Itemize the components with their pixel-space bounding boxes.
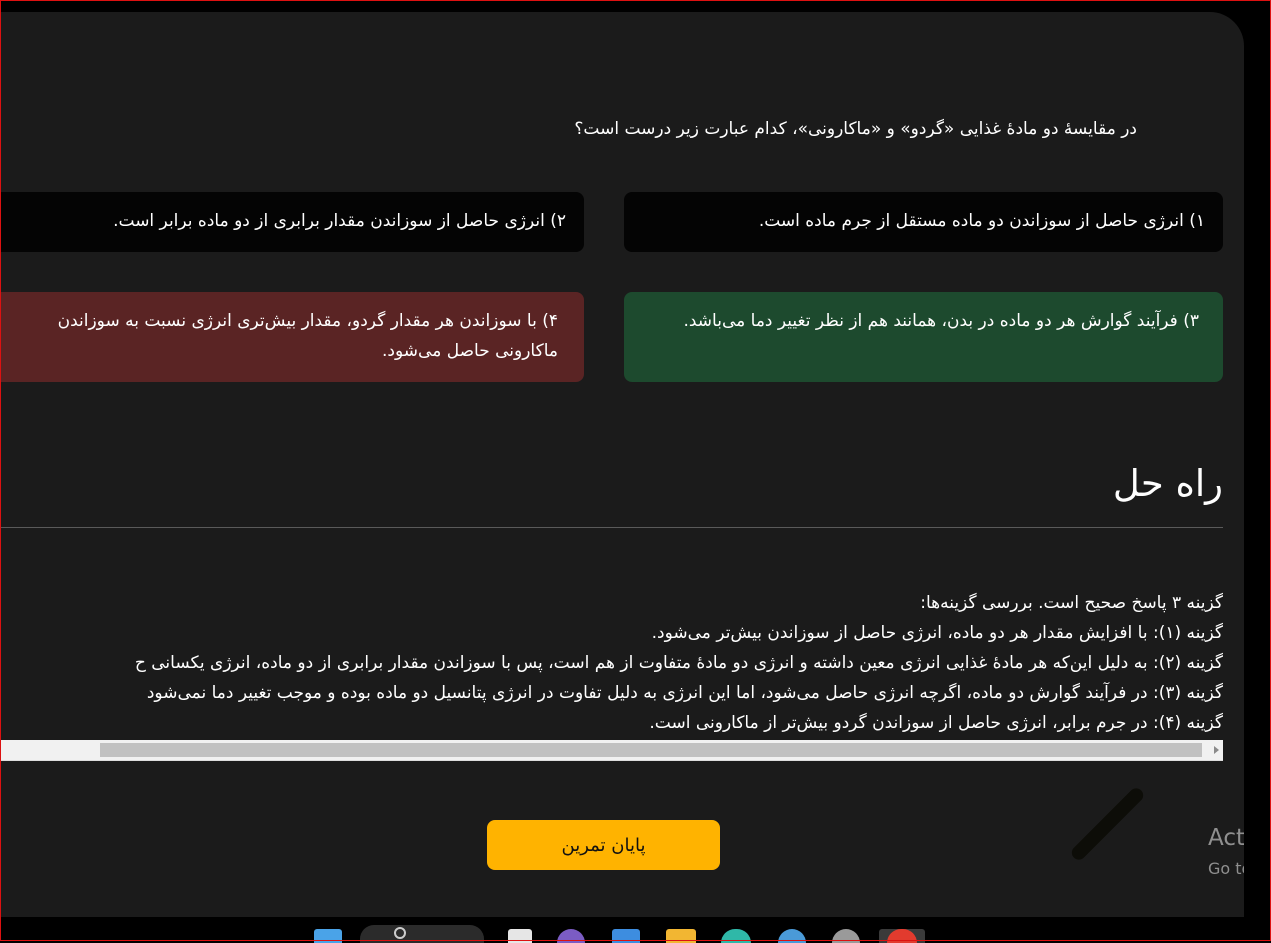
search-icon [394,927,406,939]
option-4-wrong[interactable]: ۴) با سوزاندن هر مقدار گردو، مقدار بیش‌ت… [0,292,584,382]
solution-line: گزینه (۱): با افزایش مقدار هر دو ماده، ا… [651,623,1223,643]
finish-exercise-button[interactable]: پایان تمرین [487,820,720,870]
option-1[interactable]: ۱) انرژی حاصل از سوزاندن دو ماده مستقل ا… [624,192,1223,252]
taskbar-search-box[interactable] [360,925,484,943]
option-2[interactable]: ۲) انرژی حاصل از سوزاندن مقدار برابری از… [0,192,584,252]
question-text: در مقایسهٔ دو مادهٔ غذایی «گردو» و «ماکا… [574,119,1137,139]
solution-line: گزینه (۲): به دلیل این‌که هر مادهٔ غذایی… [134,653,1223,673]
solution-text-box: گزینه ۳ پاسخ صحیح است. بررسی گزینه‌ها: گ… [0,588,1223,740]
scroll-right-arrow-icon[interactable] [1214,746,1219,754]
option-3-correct[interactable]: ۳) فرآیند گوارش هر دو ماده در بدن، همانن… [624,292,1223,382]
exercise-panel: در مقایسهٔ دو مادهٔ غذایی «گردو» و «ماکا… [0,12,1244,917]
solution-line: گزینه ۳ پاسخ صحیح است. بررسی گزینه‌ها: [920,593,1223,613]
pen-stroke [1068,785,1147,863]
solution-line: گزینه (۳): در فرآیند گوارش دو ماده، اگرچ… [146,683,1223,703]
divider [0,527,1223,528]
scrollbar-thumb[interactable] [100,743,1202,757]
solution-line: گزینه (۴): در جرم برابر، انرژی حاصل از س… [649,713,1223,733]
activate-windows-watermark: Activa Go to Se [1208,824,1244,880]
solution-title: راه حل [1112,462,1223,505]
watermark-line-1: Activa [1208,825,1244,851]
horizontal-scrollbar[interactable] [0,740,1223,761]
taskbar [0,917,1271,943]
watermark-line-2: Go to Se [1208,859,1244,878]
